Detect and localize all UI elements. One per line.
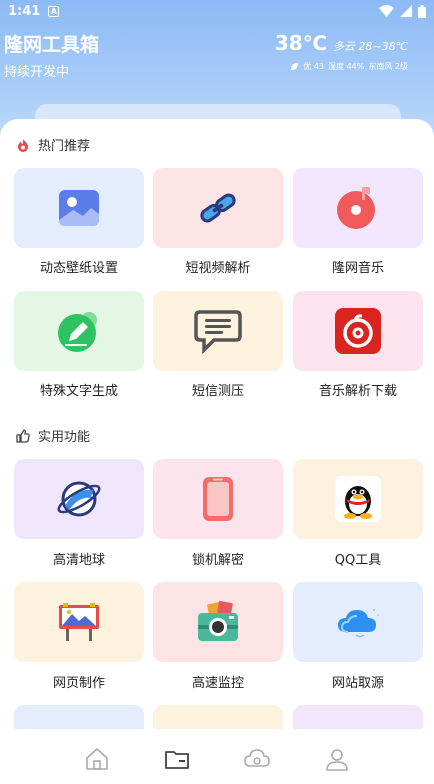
- tile-partial[interactable]: [293, 705, 423, 729]
- fire-icon: [18, 138, 28, 152]
- tile-qq-tools[interactable]: [293, 459, 423, 539]
- thumbs-up-icon: [16, 428, 30, 443]
- tile-label: 短视频解析: [185, 261, 251, 276]
- tile-label: 短信测压: [191, 384, 244, 399]
- app-title: 隆网工具箱: [4, 34, 100, 56]
- link-icon: [200, 193, 236, 223]
- tile-video-parse[interactable]: [153, 168, 283, 248]
- tile-unlock[interactable]: [153, 459, 283, 539]
- user-icon: [326, 748, 348, 771]
- tile-partial[interactable]: [153, 705, 283, 729]
- tile-label: 隆网音乐: [331, 261, 384, 276]
- camera-icon: [198, 601, 238, 641]
- tile-sms-test[interactable]: [153, 291, 283, 371]
- status-time: 1:41: [8, 3, 41, 19]
- signal-icon: [400, 5, 412, 17]
- tile-hd-earth[interactable]: [14, 459, 144, 539]
- tile-label: 高清地球: [52, 553, 105, 568]
- wind: 东南风 2级: [368, 62, 408, 71]
- air-quality: 优 43: [303, 62, 325, 71]
- tile-label: 网页制作: [52, 676, 105, 691]
- tile-web-builder[interactable]: [14, 582, 144, 662]
- app-subtitle: 持续开发中: [4, 65, 70, 80]
- tile-high-speed-monitor[interactable]: [153, 582, 283, 662]
- wifi-icon: [379, 5, 394, 17]
- phone-icon: [203, 477, 233, 521]
- bottom-navigation: [0, 729, 434, 784]
- pencil-icon: [58, 312, 97, 352]
- tile-label: 音乐解析下载: [318, 384, 397, 399]
- tile-music[interactable]: [293, 168, 423, 248]
- planet-icon: [57, 481, 101, 517]
- tile-label: QQ工具: [334, 553, 382, 568]
- tile-label: 动态壁纸设置: [39, 261, 118, 276]
- tile-label: 高速监控: [191, 676, 244, 691]
- cloud-icon: [338, 608, 379, 638]
- qq-penguin-icon: [335, 476, 381, 522]
- tile-live-wallpaper[interactable]: [14, 168, 144, 248]
- section-util-label: 实用功能: [38, 430, 91, 445]
- nav-profile[interactable]: [323, 745, 351, 773]
- weather-condition: 多云 28~38℃: [332, 40, 408, 53]
- tile-label: 网站取源: [331, 676, 384, 691]
- section-hot-label: 热门推荐: [38, 139, 91, 154]
- status-bar: 1:41 A: [0, 0, 434, 22]
- netease-music-icon: [335, 308, 381, 354]
- music-disc-icon: [337, 187, 375, 229]
- section-hot-title: 热门推荐: [16, 135, 90, 154]
- weather-temperature: 38℃: [274, 31, 327, 55]
- wallpaper-icon: [59, 190, 99, 226]
- nav-home[interactable]: [83, 745, 111, 773]
- tile-label: 锁机解密: [191, 553, 244, 568]
- tile-partial[interactable]: [14, 705, 144, 729]
- message-icon: [194, 310, 242, 354]
- home-icon: [86, 747, 108, 770]
- section-util-title: 实用功能: [16, 426, 90, 445]
- notification-icon: A: [48, 5, 60, 17]
- nav-tools[interactable]: [163, 745, 191, 773]
- leaf-icon: [291, 62, 299, 71]
- weather-widget: 38℃ 多云 28~38℃ 优 43 湿度 44% 东南风 2级: [275, 31, 408, 72]
- folder-icon: [165, 750, 189, 769]
- tile-label: 特殊文字生成: [39, 384, 118, 399]
- tile-site-source[interactable]: [293, 582, 423, 662]
- cloud-outline-icon: [244, 748, 270, 767]
- main-panel: 热门推荐 动态壁纸设置 短视频解析 隆网音乐 特殊文字生成 短信测压 音乐解析下…: [0, 119, 434, 729]
- humidity: 湿度 44%: [328, 62, 365, 71]
- tile-special-text[interactable]: [14, 291, 144, 371]
- battery-icon: [418, 4, 426, 18]
- tile-music-download[interactable]: [293, 291, 423, 371]
- nav-cloud[interactable]: [243, 745, 271, 773]
- billboard-icon: [59, 603, 99, 641]
